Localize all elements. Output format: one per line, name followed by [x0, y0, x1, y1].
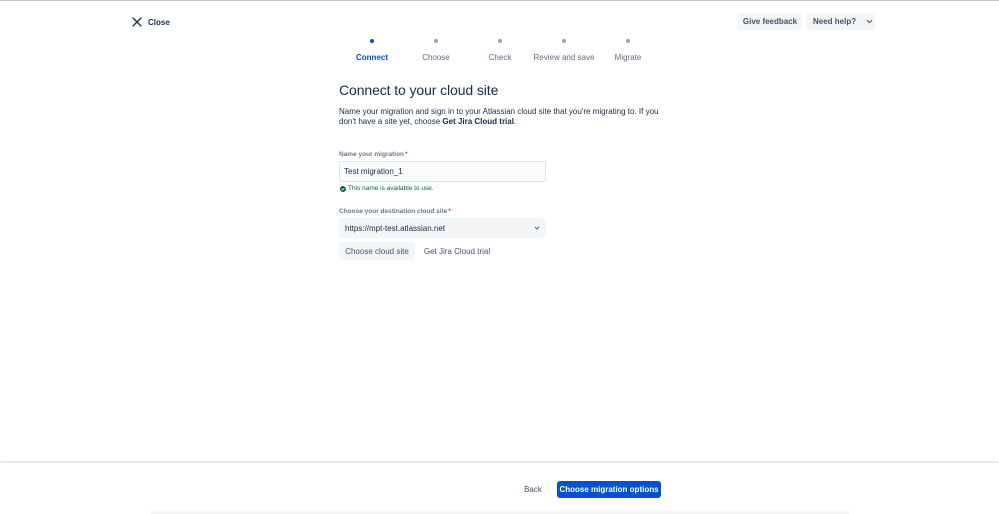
- give-feedback-button[interactable]: Give feedback: [738, 13, 802, 30]
- step-check: Check: [468, 37, 532, 62]
- step-label: Review and save: [533, 53, 595, 62]
- migration-name-label-text: Name your migration: [339, 151, 405, 158]
- close-label: Close: [148, 17, 170, 27]
- step-dot: [626, 39, 630, 43]
- step-label: Migrate: [614, 53, 642, 62]
- need-help-button[interactable]: Need help?: [806, 13, 875, 30]
- progress-tracker: Connect Choose Check Review and save Mig…: [340, 37, 660, 63]
- step-label: Check: [488, 53, 512, 62]
- destination-site-select[interactable]: https://mpt-test.atlassian.net: [339, 218, 546, 238]
- back-button[interactable]: Back: [518, 481, 548, 498]
- page-title: Connect to your cloud site: [339, 82, 499, 98]
- step-dot: [370, 39, 374, 43]
- step-connect: Connect: [340, 37, 404, 62]
- step-review-and-save: Review and save: [532, 37, 596, 62]
- step-dot: [562, 39, 566, 43]
- step-dot: [498, 39, 502, 43]
- chevron-down-icon: [534, 226, 540, 230]
- destination-site-label-text: Choose your destination cloud site: [339, 208, 448, 215]
- close-button[interactable]: Close: [132, 15, 170, 29]
- close-icon: [132, 17, 142, 27]
- step-migrate: Migrate: [596, 37, 660, 62]
- chevron-down-icon: [866, 19, 873, 24]
- step-label: Choose: [422, 53, 450, 62]
- check-circle-icon: [340, 185, 346, 192]
- migration-name-value: Test migration_1: [344, 167, 403, 176]
- step-choose: Choose: [404, 37, 468, 62]
- migration-name-input[interactable]: Test migration_1: [339, 161, 546, 182]
- step-label: Connect: [356, 53, 388, 62]
- top-divider: [0, 0, 999, 1]
- page-description: Name your migration and sign in to your …: [339, 107, 669, 127]
- choose-cloud-site-button[interactable]: Choose cloud site: [339, 242, 415, 260]
- choose-migration-options-button[interactable]: Choose migration options: [557, 481, 661, 498]
- validation-message: This name is available to use.: [340, 185, 434, 192]
- footer-shadow: [150, 509, 850, 514]
- need-help-label: Need help?: [813, 17, 857, 26]
- description-suffix: .: [513, 117, 517, 126]
- description-bold-link-text: Get Jira Cloud trial: [442, 117, 514, 126]
- get-jira-cloud-trial-button[interactable]: Get Jira Cloud trial: [420, 242, 494, 260]
- footer-bar: [0, 463, 999, 514]
- step-dot: [434, 39, 438, 43]
- destination-site-label: Choose your destination cloud site*: [339, 208, 451, 215]
- migration-name-label: Name your migration*: [339, 151, 408, 158]
- destination-site-value: https://mpt-test.atlassian.net: [345, 223, 446, 233]
- required-marker: *: [405, 151, 408, 158]
- required-marker: *: [448, 208, 451, 215]
- validation-text: This name is available to use.: [348, 185, 434, 192]
